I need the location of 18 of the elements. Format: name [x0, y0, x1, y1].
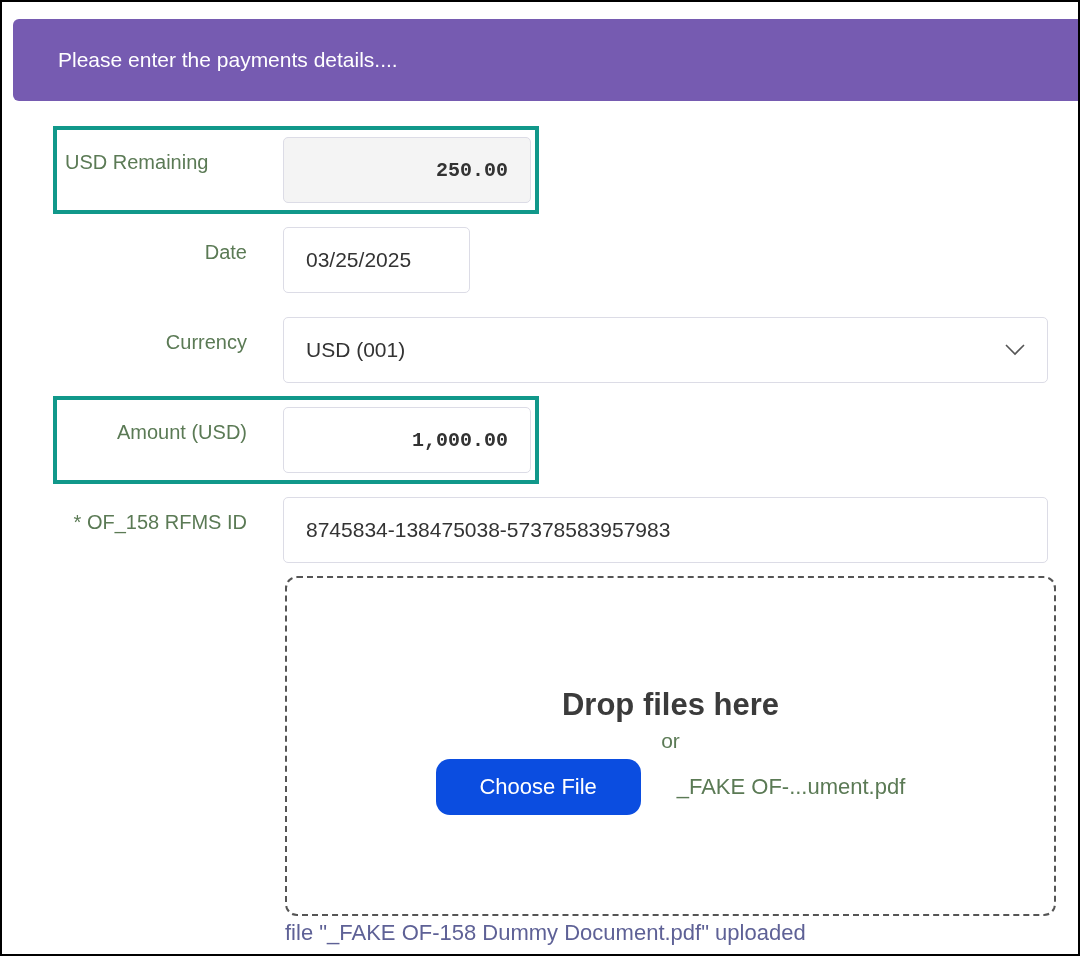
- amount-field[interactable]: 1,000.00: [283, 407, 531, 473]
- drop-title: Drop files here: [561, 687, 780, 723]
- field-label: * OF_158 RFMS ID: [72, 510, 247, 536]
- field-label: Date: [203, 240, 247, 265]
- field-label: USD Remaining: [64, 150, 210, 175]
- id-field[interactable]: 8745834-138475038-57378583957983: [283, 497, 1048, 563]
- banner-text: Please enter the payments details....: [58, 48, 398, 72]
- date-field[interactable]: 03/25/2025: [283, 227, 470, 293]
- currency-dropdown[interactable]: USD (001): [283, 317, 1048, 383]
- upload-status: file "_FAKE OF-158 Dummy Document.pdf" uploaded: [285, 920, 807, 946]
- file-name: _FAKE OF-...ument.pdf: [676, 774, 906, 800]
- choose-file-button[interactable]: Choose File: [435, 759, 641, 815]
- field-label: Amount (USD): [115, 420, 247, 445]
- or-text: or: [661, 729, 680, 753]
- field-label: Currency: [164, 330, 247, 355]
- readonly-amount-field[interactable]: 250.00: [283, 137, 531, 203]
- drop-zone[interactable]: Drop files here or Choose File _FAKE OF-...ument.pdf: [285, 576, 1056, 916]
- chevron-down-icon: [1005, 344, 1025, 356]
